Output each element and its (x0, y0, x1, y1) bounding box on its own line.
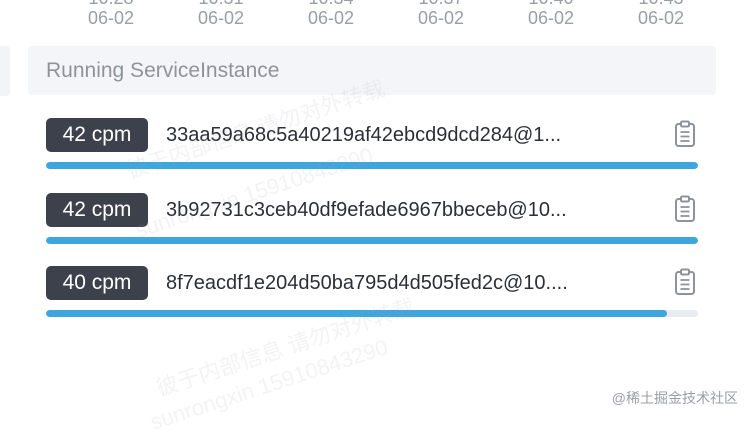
axis-tick: 10:4306-02 (637, 0, 685, 28)
load-bar (46, 237, 698, 244)
clipboard-icon[interactable] (674, 268, 696, 296)
load-bar-fill (46, 237, 698, 244)
site-credit: @稀土掘金技术社区 (611, 390, 738, 406)
sidebar-edge (0, 46, 10, 96)
clipboard-icon[interactable] (674, 195, 696, 223)
instance-name[interactable]: 3b92731c3ceb40df9efade6967bbeceb@10... (166, 193, 670, 227)
cpm-badge: 42 cpm (46, 118, 148, 152)
instance-row[interactable]: 42 cpm 3b92731c3ceb40df9efade6967bbeceb@… (46, 193, 698, 253)
axis-tick: 10:3406-02 (307, 0, 355, 28)
instance-name[interactable]: 8f7eacdf1e204d50ba795d4d505fed2c@10.... (166, 266, 670, 300)
axis-tick: 10:3706-02 (417, 0, 465, 28)
load-bar (46, 162, 698, 169)
cpm-badge: 42 cpm (46, 193, 148, 227)
watermark-text: sunrongxin 15910843290 (147, 334, 391, 435)
cpm-badge: 40 cpm (46, 266, 148, 300)
axis-tick: 10:3106-02 (197, 0, 245, 28)
instance-row[interactable]: 40 cpm 8f7eacdf1e204d50ba795d4d505fed2c@… (46, 266, 698, 326)
time-axis: 10:2806-02 10:3106-02 10:3406-02 10:3706… (0, 0, 752, 30)
instance-row[interactable]: 42 cpm 33aa59a68c5a40219af42ebcd9dcd284@… (46, 118, 698, 178)
load-bar-fill (46, 310, 667, 317)
clipboard-icon[interactable] (674, 120, 696, 148)
axis-tick: 10:2806-02 (87, 0, 135, 28)
load-bar-fill (46, 162, 698, 169)
load-bar (46, 310, 698, 317)
instance-name[interactable]: 33aa59a68c5a40219af42ebcd9dcd284@1... (166, 118, 670, 152)
axis-tick: 10:4006-02 (527, 0, 575, 28)
panel-title: Running ServiceInstance (28, 46, 716, 95)
